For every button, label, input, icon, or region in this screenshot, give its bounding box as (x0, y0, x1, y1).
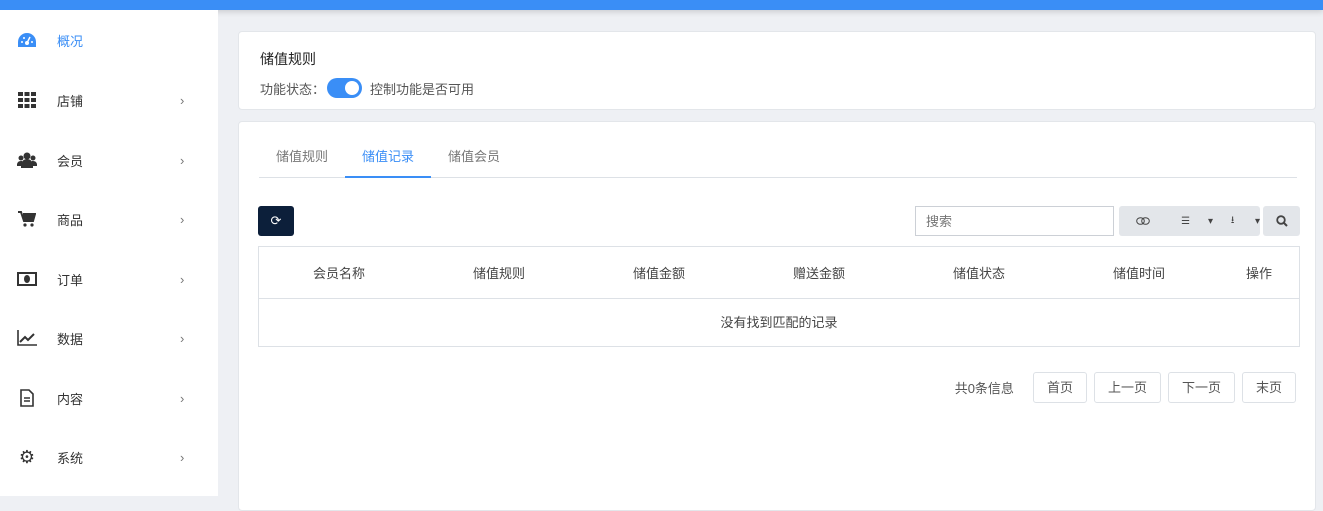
column-header[interactable]: 储值金额 (579, 263, 739, 282)
pagination-info: 共0条信息 (954, 381, 1014, 396)
sidebar-item-label: 数据 (57, 331, 84, 347)
card-title: 储值规则 (260, 51, 316, 67)
sidebar-item-store[interactable]: 店铺 › (0, 80, 218, 120)
sidebar-item-orders[interactable]: 订单 › (0, 259, 218, 299)
pagination: 共0条信息 首页 上一页 下一页 末页 (955, 372, 1296, 403)
users-icon (17, 150, 37, 170)
next-page-button[interactable]: 下一页 (1167, 372, 1235, 403)
column-header[interactable]: 赠送金额 (739, 263, 899, 282)
grid-icon (17, 90, 37, 110)
sidebar-item-overview[interactable]: 概况 (0, 20, 218, 60)
export-button[interactable]: ⭳ ▾ (1213, 206, 1260, 236)
state-label: 功能状态： (260, 81, 326, 97)
rule-card: 储值规则 功能状态： 控制功能是否可用 (238, 31, 1316, 110)
money-icon (17, 269, 37, 289)
chevron-right-icon: › (180, 152, 185, 168)
toggle-view-button[interactable] (1119, 206, 1166, 236)
search-input[interactable] (915, 206, 1114, 236)
search-button[interactable] (1263, 206, 1300, 236)
toggle-icon (1135, 217, 1150, 225)
sidebar-item-label: 内容 (57, 391, 84, 407)
refresh-icon: ⟳ (270, 213, 282, 228)
columns-button[interactable]: ☰ ▾ (1166, 206, 1213, 236)
chevron-right-icon: › (180, 449, 185, 465)
sidebar-item-data[interactable]: 数据 › (0, 318, 218, 358)
chevron-right-icon: › (180, 211, 185, 227)
chevron-right-icon: › (180, 92, 185, 108)
column-header[interactable]: 储值规则 (419, 263, 579, 282)
tab-bar: 储值规则 储值记录 储值会员 (259, 140, 1297, 178)
gear-icon: ⚙ (18, 446, 36, 467)
search-icon (1275, 215, 1288, 227)
list-icon: ☰ (1181, 215, 1191, 227)
sidebar-item-label: 店铺 (57, 93, 84, 109)
sidebar-item-label: 概况 (57, 33, 84, 49)
column-header[interactable]: 操作 (1219, 263, 1299, 282)
state-description: 控制功能是否可用 (370, 81, 475, 97)
chart-icon (17, 328, 37, 348)
prev-page-button[interactable]: 上一页 (1093, 372, 1161, 403)
document-icon (17, 388, 37, 408)
download-icon: ⭳ (1230, 214, 1235, 226)
refresh-button[interactable]: ⟳ (258, 206, 294, 236)
column-header[interactable]: 储值状态 (899, 263, 1059, 282)
sidebar-item-members[interactable]: 会员 › (0, 140, 218, 180)
chevron-right-icon: › (180, 271, 185, 287)
toolbar-button-group: ☰ ▾ ⭳ ▾ (1119, 206, 1260, 236)
dashboard-icon (17, 30, 37, 50)
sidebar-item-label: 系统 (57, 450, 84, 466)
tab-rules[interactable]: 储值规则 (259, 140, 345, 177)
column-header[interactable]: 会员名称 (259, 263, 419, 282)
sidebar-item-label: 商品 (57, 212, 84, 228)
feature-toggle[interactable] (327, 78, 363, 98)
records-table: 会员名称 储值规则 储值金额 赠送金额 储值状态 储值时间 操作 没有找到匹配的… (258, 246, 1300, 347)
sidebar-item-system[interactable]: ⚙ 系统 › (0, 437, 218, 477)
cart-icon (17, 209, 37, 229)
top-bar (0, 0, 1323, 10)
tab-members[interactable]: 储值会员 (431, 140, 517, 177)
sidebar-item-label: 订单 (57, 272, 84, 288)
last-page-button[interactable]: 末页 (1241, 372, 1296, 403)
sidebar-item-label: 会员 (57, 153, 84, 169)
column-header[interactable]: 储值时间 (1059, 263, 1219, 282)
sidebar: 概况 店铺 › 会员 › 商品 › 订单 › 数据 › 内容 › ⚙ 系统 › (0, 10, 218, 496)
chevron-right-icon: › (180, 390, 185, 406)
first-page-button[interactable]: 首页 (1032, 372, 1087, 403)
tab-records[interactable]: 储值记录 (345, 140, 432, 178)
chevron-right-icon: › (180, 330, 185, 346)
empty-message: 没有找到匹配的记录 (720, 315, 838, 330)
records-card: 储值规则 储值记录 储值会员 ⟳ ☰ ▾ ⭳ ▾ 会员名称 储值规则 储值金额 … (238, 121, 1316, 511)
sidebar-item-products[interactable]: 商品 › (0, 199, 218, 239)
table-header: 会员名称 储值规则 储值金额 赠送金额 储值状态 储值时间 操作 (259, 247, 1299, 299)
sidebar-item-content[interactable]: 内容 › (0, 378, 218, 418)
